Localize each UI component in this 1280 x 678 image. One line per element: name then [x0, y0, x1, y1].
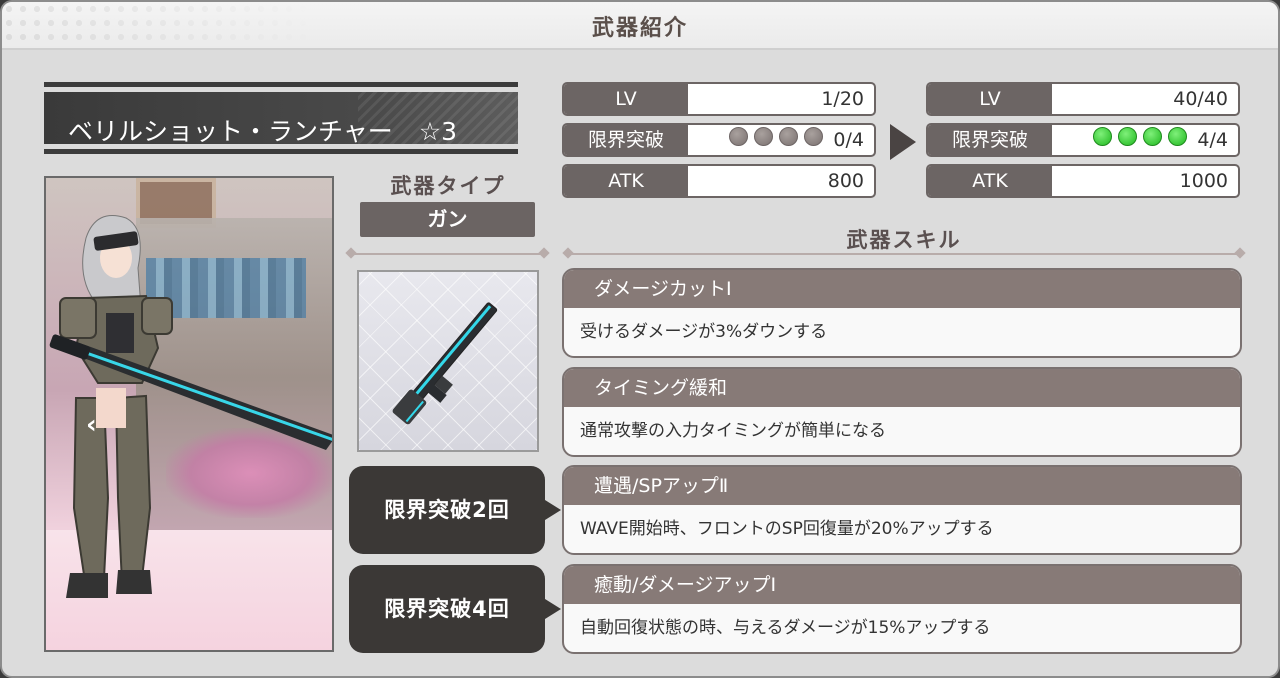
upgrade-arrow-icon — [890, 124, 916, 160]
weapon-name-text: ベリルショット・ランチャー — [68, 117, 393, 144]
skill-desc: WAVE開始時、フロントのSP回復量が20%アップする — [580, 519, 994, 539]
stat-limit-value: 4/4 — [1052, 125, 1238, 155]
weapon-name: ベリルショット・ランチャー ☆3 — [68, 112, 457, 144]
stats-before: LV 1/20 限界突破 0/4 ATK 800 — [562, 82, 876, 205]
skill-name: タイミング緩和 — [564, 369, 1240, 407]
stat-row-atk: ATK 800 — [562, 164, 876, 198]
skill-card: ダメージカットⅠ 受けるダメージが3%ダウンする — [562, 268, 1242, 358]
stat-row-limit: 限界突破 4/4 — [926, 123, 1240, 157]
stat-row-lv: LV 1/20 — [562, 82, 876, 116]
skills-divider — [568, 253, 1240, 255]
skill-name: 癒動/ダメージアップⅠ — [564, 566, 1240, 604]
stat-limit-value: 0/4 — [688, 125, 874, 155]
weapon-type-divider — [351, 253, 544, 255]
stat-row-limit: 限界突破 0/4 — [562, 123, 876, 157]
weapon-intro-panel: 武器紹介 ベリルショット・ランチャー ☆3 ‹ 武器タイプ ガン 限界突破2回 … — [0, 0, 1280, 678]
stat-limit-label: 限界突破 — [564, 125, 688, 155]
skill-card: 癒動/ダメージアップⅠ 自動回復状態の時、与えるダメージが15%アップする — [562, 564, 1242, 654]
limit-dot-icon — [1093, 127, 1113, 146]
limit-dot-icon — [1168, 127, 1188, 146]
stat-row-atk: ATK 1000 — [926, 164, 1240, 198]
skill-desc: 自動回復状態の時、与えるダメージが15%アップする — [580, 618, 991, 638]
stat-limit-label: 限界突破 — [928, 125, 1052, 155]
stat-lv-label: LV — [564, 84, 688, 114]
skills-title: 武器スキル — [846, 228, 962, 252]
skill-card: タイミング緩和 通常攻撃の入力タイミングが簡単になる — [562, 367, 1242, 457]
character-portrait[interactable]: ‹ — [44, 176, 334, 652]
limit-dots-before — [729, 125, 824, 155]
limit-break-4-badge: 限界突破4回 — [349, 565, 561, 653]
rifle-weapon-icon — [392, 302, 498, 425]
stats-after: LV 40/40 限界突破 4/4 ATK 1000 — [926, 82, 1240, 205]
weapon-image-frame — [357, 270, 539, 452]
stat-atk-label: ATK — [928, 166, 1052, 196]
stat-row-lv: LV 40/40 — [926, 82, 1240, 116]
limit-dot-icon — [1143, 127, 1163, 146]
title-bar: 武器紹介 — [2, 2, 1278, 50]
weapon-type-label: 武器タイプ — [390, 174, 506, 198]
stat-atk-value: 1000 — [1179, 170, 1228, 192]
banner-bar: ベリルショット・ランチャー ☆3 — [44, 92, 518, 144]
skill-name: ダメージカットⅠ — [564, 270, 1240, 308]
limit-break-2-badge: 限界突破2回 — [349, 466, 561, 554]
banner-top-line — [44, 82, 518, 87]
weapon-name-banner: ベリルショット・ランチャー ☆3 — [44, 82, 518, 154]
banner-bottom-line — [44, 149, 518, 154]
stat-atk-value: 800 — [827, 170, 864, 192]
stat-lv-label: LV — [928, 84, 1052, 114]
skill-desc: 受けるダメージが3%ダウンする — [580, 322, 828, 342]
weapon-type-value: ガン — [360, 202, 535, 237]
limit-dot-icon — [729, 127, 749, 146]
weapon-rarity: ☆3 — [418, 117, 458, 144]
limit-count-before: 0/4 — [833, 129, 864, 151]
limit-dot-icon — [804, 127, 824, 146]
limit-dot-icon — [754, 127, 774, 146]
limit-count-after: 4/4 — [1197, 129, 1228, 151]
stat-lv-value: 1/20 — [821, 88, 864, 110]
portrait-prev-arrow[interactable]: ‹ — [86, 410, 97, 440]
limit-dots-after — [1093, 125, 1188, 155]
page-title: 武器紹介 — [591, 16, 688, 41]
skill-card: 遭遇/SPアップⅡ WAVE開始時、フロントのSP回復量が20%アップする — [562, 465, 1242, 555]
limit-dot-icon — [779, 127, 799, 146]
skill-desc: 通常攻撃の入力タイミングが簡単になる — [580, 421, 886, 441]
stat-lv-value: 40/40 — [1173, 88, 1228, 110]
skill-name: 遭遇/SPアップⅡ — [564, 467, 1240, 505]
limit-dot-icon — [1118, 127, 1138, 146]
stat-atk-label: ATK — [564, 166, 688, 196]
